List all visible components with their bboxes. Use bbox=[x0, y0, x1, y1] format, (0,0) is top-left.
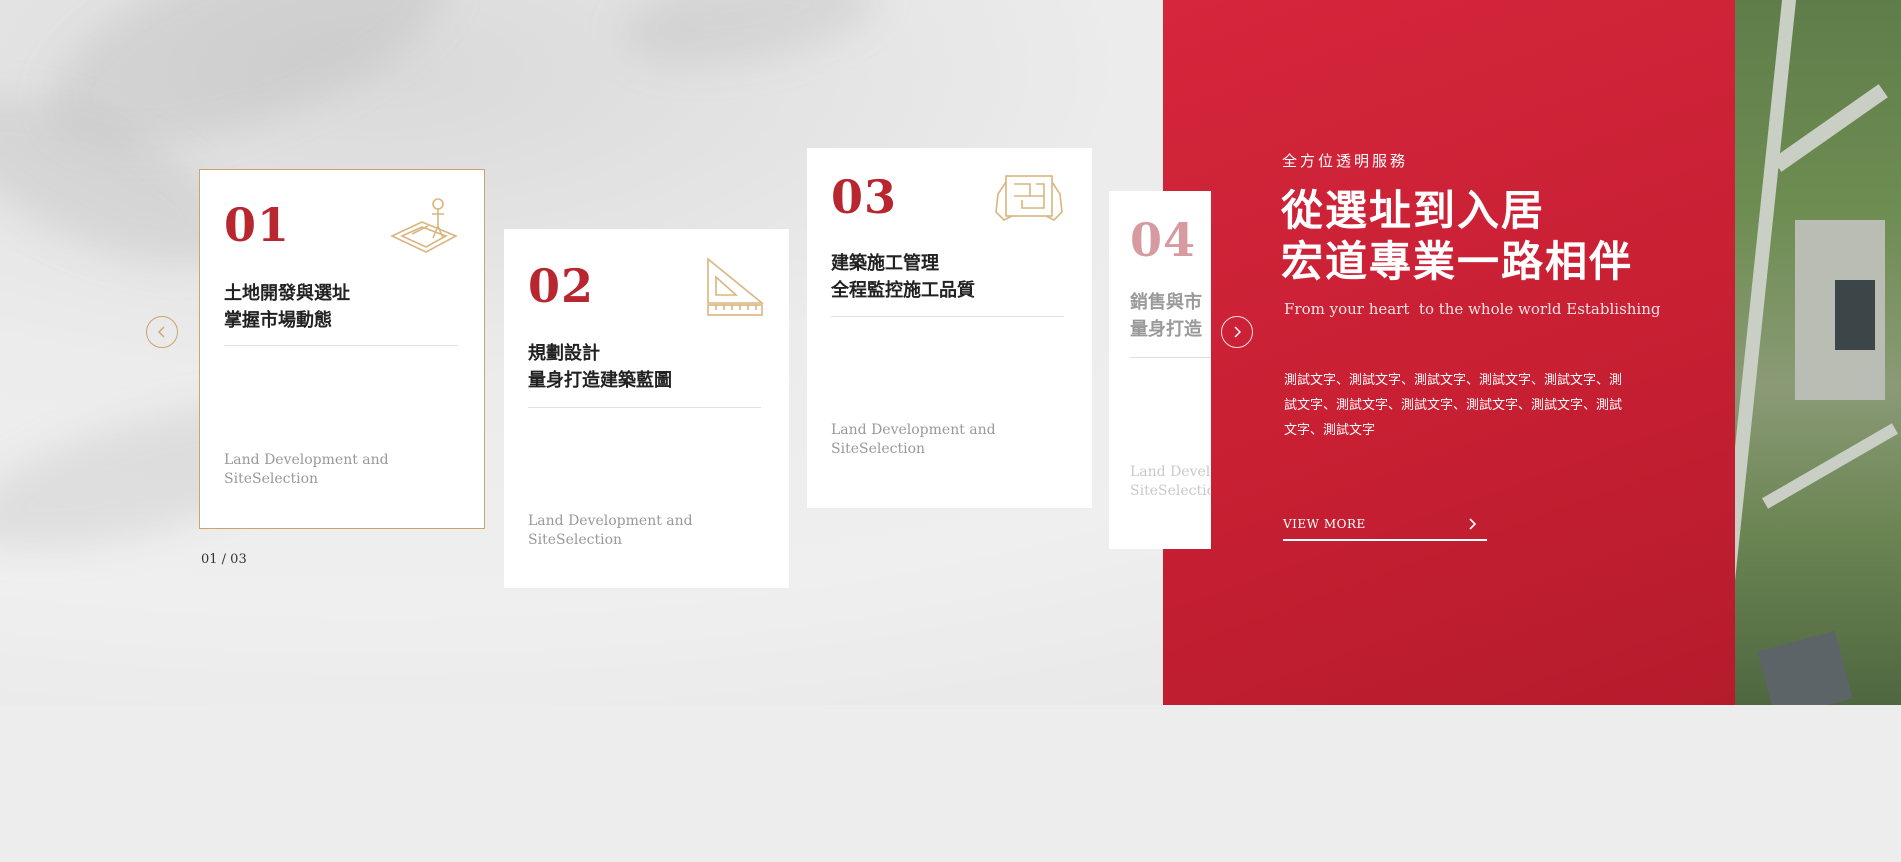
blueprint-hands-icon bbox=[995, 175, 1063, 221]
service-card-04[interactable]: 04 銷售與市 量身打造 Land Devel SiteSelectic bbox=[1109, 191, 1211, 549]
view-more-link[interactable]: VIEW MORE bbox=[1283, 508, 1487, 541]
card-number: 04 bbox=[1130, 213, 1197, 267]
prev-button[interactable] bbox=[146, 316, 178, 348]
promo-tagline: From your heart to the whole world Estab… bbox=[1284, 300, 1661, 318]
card-title: 銷售與市 量身打造 bbox=[1130, 292, 1202, 340]
card-title: 建築施工管理 全程監控施工品質 bbox=[831, 253, 975, 301]
divider bbox=[831, 316, 1064, 317]
card-subtitle: Land Development and SiteSelection bbox=[224, 452, 389, 487]
card-title: 規劃設計 量身打造建築藍圖 bbox=[528, 343, 672, 391]
leaf-shadow bbox=[614, 0, 886, 82]
card-number: 03 bbox=[831, 170, 898, 224]
service-card-01[interactable]: 01 土地開發與選址 掌握市場動態 Land Development and S… bbox=[199, 169, 485, 529]
card-number: 01 bbox=[224, 198, 291, 252]
surveyor-icon bbox=[390, 198, 458, 253]
promo-body: 測試文字、測試文字、測試文字、測試文字、測試文字、測試文字、測試文字、測試文字、… bbox=[1284, 373, 1623, 438]
promo-headline: 從選址到入居 宏道專業一路相伴 bbox=[1281, 186, 1634, 286]
card-subtitle: Land Development and SiteSelection bbox=[528, 513, 693, 548]
chevron-left-icon bbox=[158, 326, 165, 338]
card-number: 02 bbox=[528, 259, 595, 313]
chevron-right-icon bbox=[1469, 517, 1477, 530]
next-button[interactable] bbox=[1221, 316, 1253, 348]
divider bbox=[528, 407, 761, 408]
set-square-ruler-icon bbox=[707, 257, 765, 316]
slide-pager: 01 / 03 bbox=[201, 552, 247, 567]
promo-panel bbox=[1163, 0, 1735, 705]
service-card-03[interactable]: 03 建築施工管理 全程監控施工品質 Land Development and … bbox=[807, 148, 1092, 508]
hero-section: 01 土地開發與選址 掌握市場動態 Land Development and S… bbox=[0, 0, 1901, 705]
card-title: 土地開發與選址 掌握市場動態 bbox=[224, 283, 350, 331]
card-subtitle: Land Development and SiteSelection bbox=[831, 422, 996, 457]
card-subtitle: Land Devel SiteSelectic bbox=[1130, 464, 1211, 499]
divider bbox=[1130, 357, 1211, 358]
aerial-photo bbox=[1735, 0, 1901, 705]
divider bbox=[224, 345, 458, 346]
chevron-right-icon bbox=[1234, 326, 1241, 338]
view-more-label: VIEW MORE bbox=[1283, 516, 1366, 531]
promo-eyebrow: 全方位透明服務 bbox=[1282, 152, 1409, 170]
service-card-02[interactable]: 02 規劃設計 量身打造建築藍圖 Land Development and Si… bbox=[504, 229, 789, 588]
